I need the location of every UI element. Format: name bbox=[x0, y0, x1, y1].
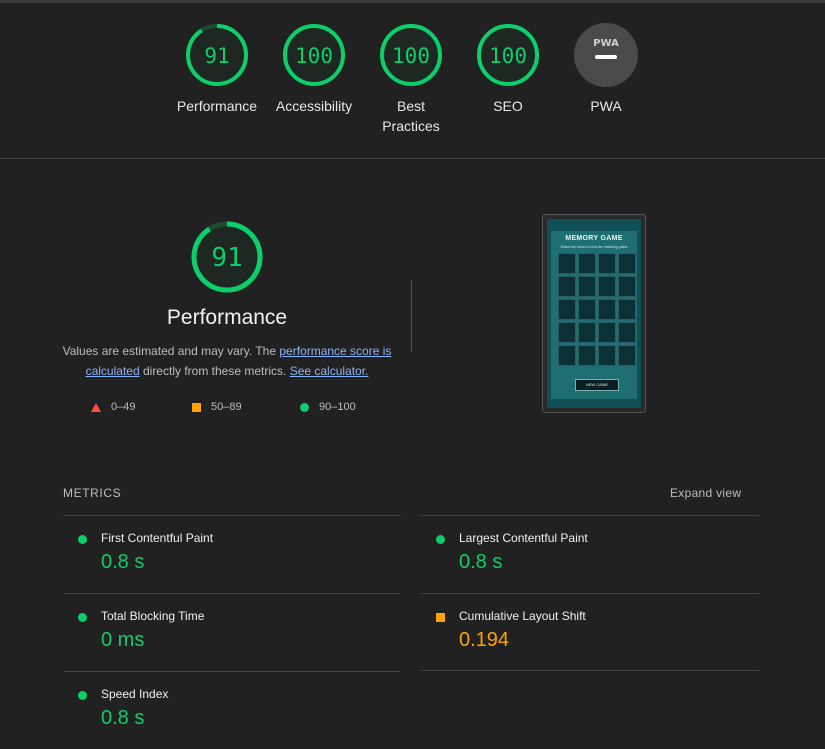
metric-divider bbox=[421, 670, 759, 671]
legend-average: 50–89 bbox=[192, 399, 242, 415]
score-gauges: 91 Performance 100 Accessibility 100 Bes… bbox=[0, 0, 825, 158]
screenshot-grid bbox=[558, 253, 636, 370]
screenshot-grid-cell bbox=[598, 276, 616, 297]
gauge-label: Accessibility bbox=[275, 98, 353, 114]
legend-range: 50–89 bbox=[211, 401, 242, 413]
metric-name: Largest Contentful Paint bbox=[459, 531, 588, 545]
gauge-ring-best-practices: 100 bbox=[380, 24, 442, 86]
metric-name: Cumulative Layout Shift bbox=[459, 609, 586, 623]
screenshot-new-game-button: NEW GAME bbox=[575, 379, 619, 391]
screenshot-grid-cell bbox=[598, 322, 616, 343]
expand-view-button[interactable]: Expand view bbox=[670, 486, 741, 500]
screenshot-grid-cell bbox=[598, 253, 616, 274]
screenshot-screen: MEMORY GAME Select the boxes to find the… bbox=[547, 219, 641, 408]
gauge-score: 91 bbox=[204, 44, 229, 68]
desc-text: Values are estimated and may vary. The bbox=[62, 344, 280, 358]
gauge-score: 100 bbox=[489, 44, 527, 68]
screenshot-grid-cell bbox=[598, 299, 616, 320]
screenshot-title: MEMORY GAME bbox=[565, 235, 623, 242]
legend-fail: 0–49 bbox=[91, 399, 135, 415]
metric-value: 0 ms bbox=[101, 629, 145, 651]
screenshot-grid-cell bbox=[558, 345, 576, 366]
metric-speed-index[interactable]: Speed Index 0.8 s bbox=[63, 671, 401, 749]
square-icon bbox=[192, 402, 201, 412]
gauge-label: Performance bbox=[176, 98, 258, 114]
screenshot-grid-cell bbox=[558, 299, 576, 320]
gauge-performance[interactable]: 91 Performance bbox=[167, 22, 267, 116]
performance-gauge: 91 bbox=[191, 221, 263, 293]
screenshot-subtitle: Select the boxes to find the matching pa… bbox=[560, 245, 628, 249]
performance-score: 91 bbox=[211, 243, 242, 273]
metric-value: 0.8 s bbox=[101, 707, 145, 729]
gauge-seo[interactable]: 100 SEO bbox=[458, 22, 558, 116]
screenshot-grid-cell bbox=[618, 276, 636, 297]
gauge-label: Best Practices bbox=[382, 98, 440, 134]
legend-pass: 90–100 bbox=[300, 399, 356, 415]
metric-first-contentful-paint[interactable]: First Contentful Paint 0.8 s bbox=[63, 515, 401, 593]
screenshot-grid-cell bbox=[578, 345, 596, 366]
metric-name: Total Blocking Time bbox=[101, 609, 205, 623]
gauge-score: 100 bbox=[392, 44, 430, 68]
screenshot-grid-cell bbox=[578, 276, 596, 297]
see-calculator-link[interactable]: See calculator. bbox=[290, 364, 369, 378]
gauge-best-practices[interactable]: 100 Best Practices bbox=[361, 22, 461, 136]
metric-name: Speed Index bbox=[101, 687, 169, 701]
screenshot-card: MEMORY GAME Select the boxes to find the… bbox=[551, 231, 637, 399]
gauge-ring-seo: 100 bbox=[477, 24, 539, 86]
metrics-heading: METRICS bbox=[63, 486, 122, 500]
screenshot-grid-cell bbox=[598, 345, 616, 366]
section-divider bbox=[0, 158, 825, 159]
screenshot-grid-cell bbox=[558, 322, 576, 343]
legend-range: 90–100 bbox=[319, 401, 356, 413]
screenshot-grid-cell bbox=[618, 299, 636, 320]
metric-largest-contentful-paint[interactable]: Largest Contentful Paint 0.8 s bbox=[421, 515, 759, 593]
final-screenshot[interactable]: MEMORY GAME Select the boxes to find the… bbox=[542, 214, 646, 413]
average-square-icon bbox=[436, 613, 445, 622]
screenshot-grid-cell bbox=[558, 276, 576, 297]
pwa-icon: PWA bbox=[574, 23, 638, 87]
pass-circle-icon bbox=[78, 691, 87, 700]
metric-value: 0.8 s bbox=[459, 551, 503, 573]
gauge-accessibility[interactable]: 100 Accessibility bbox=[264, 22, 364, 116]
gauge-ring-performance: 91 bbox=[186, 24, 248, 86]
gauge-label: SEO bbox=[493, 98, 523, 114]
metric-value: 0.8 s bbox=[101, 551, 145, 573]
screenshot-grid-cell bbox=[578, 253, 596, 274]
metric-name: First Contentful Paint bbox=[101, 531, 214, 545]
screenshot-grid-cell bbox=[618, 253, 636, 274]
circle-icon bbox=[300, 402, 309, 412]
screenshot-grid-cell bbox=[618, 345, 636, 366]
gauge-pwa[interactable]: PWA PWA bbox=[556, 22, 656, 116]
pass-circle-icon bbox=[78, 613, 87, 622]
performance-title: Performance bbox=[166, 306, 288, 329]
legend-range: 0–49 bbox=[111, 401, 136, 413]
metric-value: 0.194 bbox=[459, 629, 510, 651]
gauge-ring-accessibility: 100 bbox=[283, 24, 345, 86]
pass-circle-icon bbox=[78, 535, 87, 544]
vertical-divider bbox=[411, 280, 412, 352]
screenshot-grid-cell bbox=[578, 322, 596, 343]
screenshot-grid-cell bbox=[618, 322, 636, 343]
desc-text: directly from these metrics. bbox=[139, 364, 290, 378]
gauge-score: 100 bbox=[295, 44, 333, 68]
screenshot-grid-cell bbox=[578, 299, 596, 320]
gauge-label: PWA bbox=[590, 98, 622, 114]
screenshot-grid-cell bbox=[558, 253, 576, 274]
pwa-badge-text: PWA bbox=[593, 38, 619, 49]
performance-description: Values are estimated and may vary. The p… bbox=[62, 341, 392, 381]
metric-cumulative-layout-shift[interactable]: Cumulative Layout Shift 0.194 bbox=[421, 593, 759, 671]
triangle-icon bbox=[91, 402, 101, 412]
metric-total-blocking-time[interactable]: Total Blocking Time 0 ms bbox=[63, 593, 401, 671]
pass-circle-icon bbox=[436, 535, 445, 544]
